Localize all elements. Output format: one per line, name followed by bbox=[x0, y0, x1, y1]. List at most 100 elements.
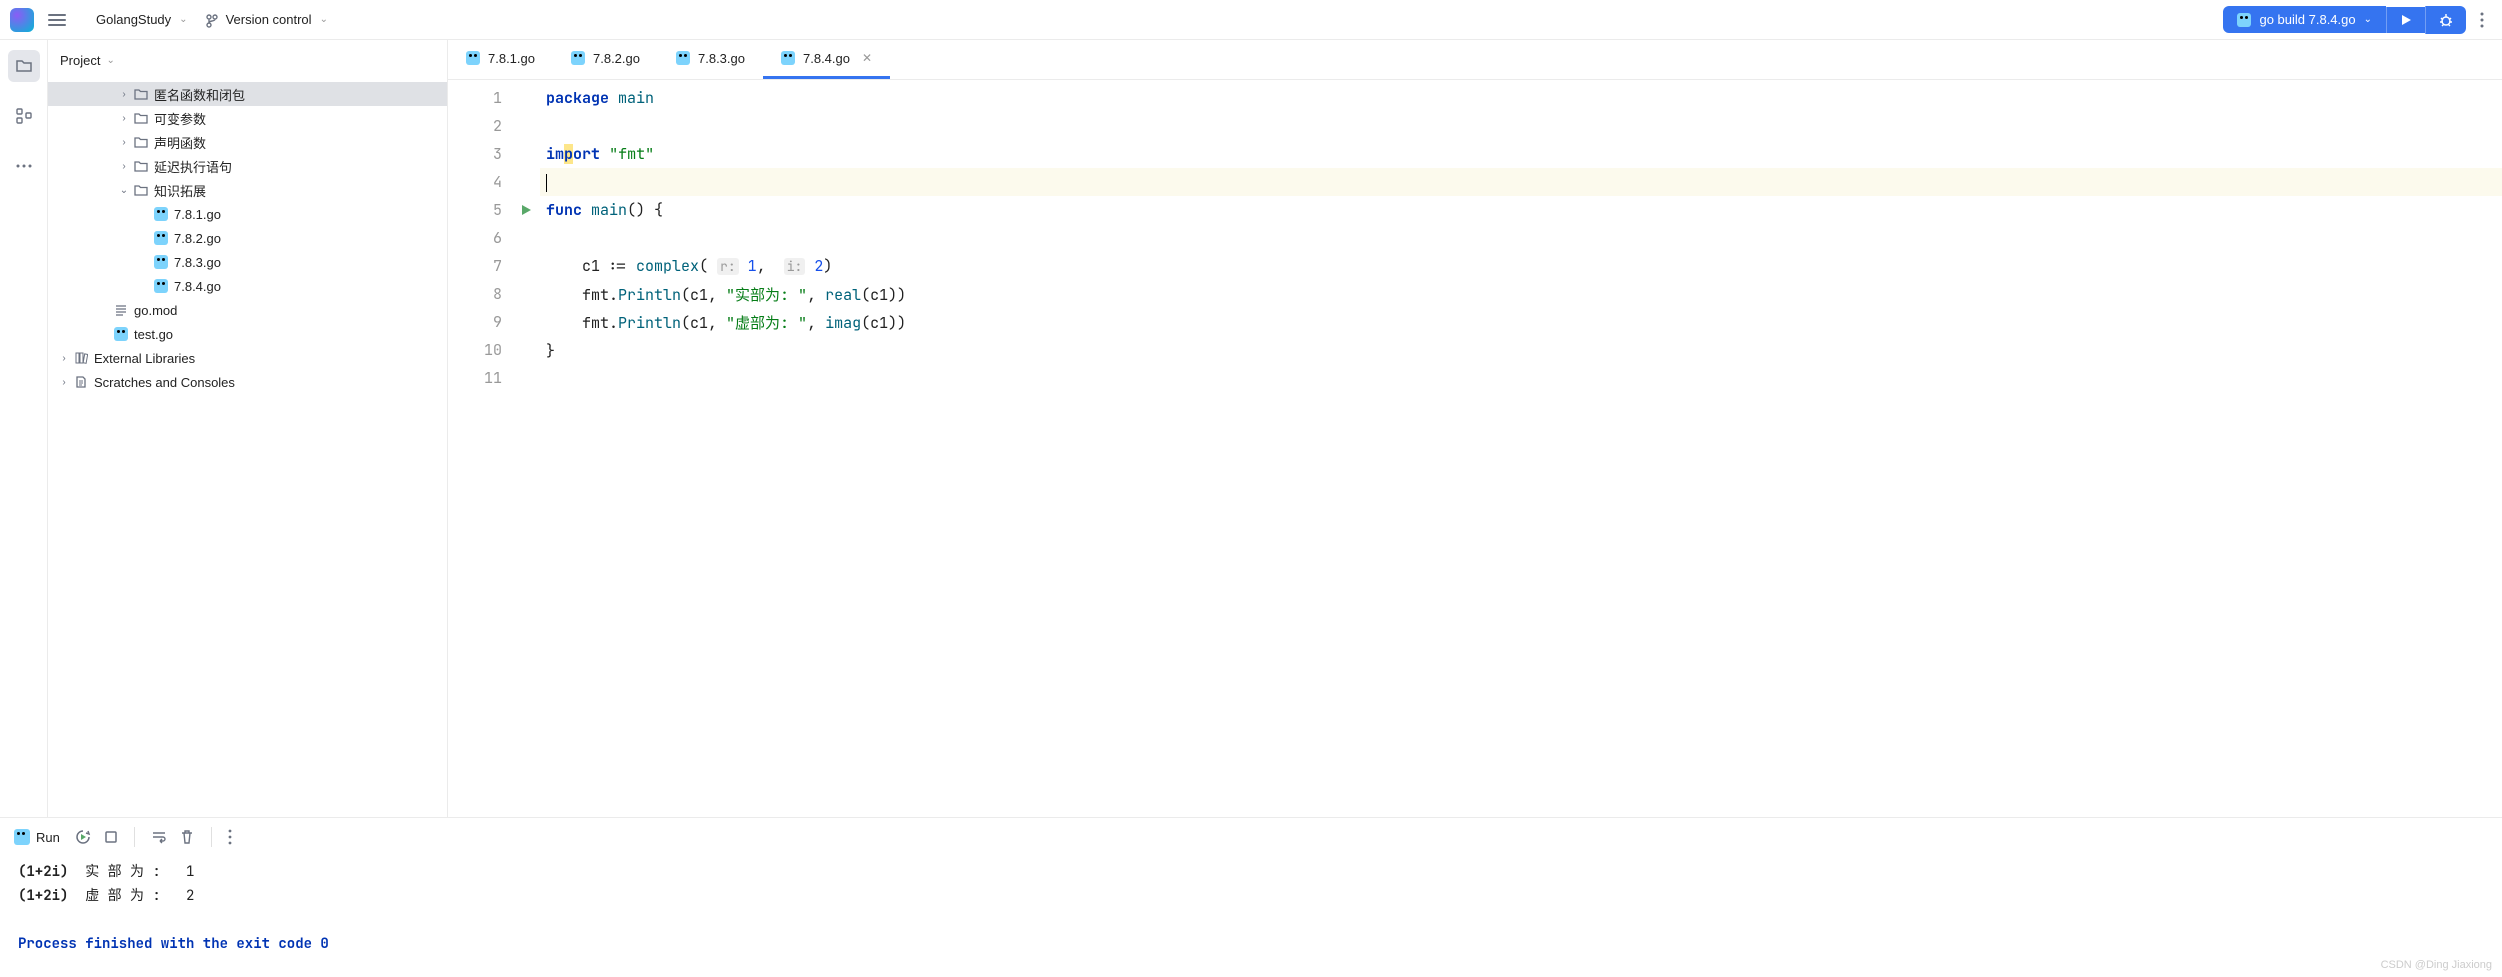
editor-tab[interactable]: 7.8.3.go bbox=[658, 40, 763, 79]
editor-tab[interactable]: 7.8.1.go bbox=[448, 40, 553, 79]
code-line[interactable]: fmt.Println(c1, "实部为: ", real(c1)) bbox=[540, 281, 2502, 309]
code-line[interactable]: fmt.Println(c1, "虚部为: ", imag(c1)) bbox=[540, 309, 2502, 337]
tree-item[interactable]: ›延迟执行语句 bbox=[48, 154, 447, 178]
tab-label: 7.8.1.go bbox=[488, 51, 535, 66]
code-line[interactable]: func main() { bbox=[540, 196, 2502, 224]
run-config-dropdown[interactable]: go build 7.8.4.go ⌄ bbox=[2223, 6, 2386, 33]
code-editor[interactable]: 1234567891011 package main import "fmt"f… bbox=[448, 80, 2502, 817]
tree-item-label: 声明函数 bbox=[154, 133, 206, 152]
debug-button[interactable] bbox=[2425, 6, 2466, 34]
code-content[interactable]: package main import "fmt" func main() { c… bbox=[540, 80, 2502, 817]
soft-wrap-button[interactable] bbox=[151, 827, 167, 847]
tree-item[interactable]: 7.8.1.go bbox=[48, 202, 447, 226]
tree-item[interactable]: › External Libraries bbox=[48, 346, 447, 370]
go-icon bbox=[152, 279, 170, 293]
line-number: 1 bbox=[448, 84, 502, 112]
panel-options-button[interactable] bbox=[228, 827, 232, 847]
line-number: 6 bbox=[448, 224, 502, 252]
tree-item[interactable]: test.go bbox=[48, 322, 447, 346]
code-line[interactable] bbox=[540, 224, 2502, 252]
gutter-slot bbox=[512, 336, 540, 364]
code-line[interactable]: package main bbox=[540, 84, 2502, 112]
gutter-slot bbox=[512, 252, 540, 280]
tree-item[interactable]: ⌄知识拓展 bbox=[48, 178, 447, 202]
folder-icon bbox=[132, 135, 150, 149]
kebab-icon bbox=[2480, 12, 2484, 28]
code-line[interactable]: c1 := complex( r: 1, i: 2) bbox=[540, 252, 2502, 281]
stop-icon bbox=[104, 830, 118, 844]
gutter-icons bbox=[512, 80, 540, 817]
bug-icon bbox=[2438, 12, 2454, 28]
tree-item[interactable]: go.mod bbox=[48, 298, 447, 322]
code-line[interactable]: import "fmt" bbox=[540, 140, 2502, 168]
gutter-slot bbox=[512, 168, 540, 196]
expand-arrow[interactable]: › bbox=[116, 113, 132, 124]
chevron-down-icon: ⌄ bbox=[179, 14, 187, 25]
run-gutter-icon bbox=[520, 204, 532, 216]
rerun-button[interactable] bbox=[74, 827, 92, 847]
line-number: 9 bbox=[448, 308, 502, 336]
sidebar-title: Project bbox=[60, 53, 100, 68]
tree-item[interactable]: › 匿名函数和闭包 bbox=[48, 82, 447, 106]
main-area: Project ⌄ ›匿名函数和闭包›可变参数›声明函数›延迟执行语句⌄知识拓展… bbox=[0, 40, 2502, 817]
tree-item[interactable]: 7.8.4.go bbox=[48, 274, 447, 298]
structure-tool-button[interactable] bbox=[8, 100, 40, 132]
go-icon bbox=[152, 255, 170, 269]
code-line[interactable]: } bbox=[540, 337, 2502, 365]
project-view-dropdown[interactable]: Project ⌄ bbox=[48, 40, 447, 80]
line-number: 3 bbox=[448, 140, 502, 168]
folder-icon bbox=[132, 87, 150, 101]
tool-window-rail bbox=[0, 40, 48, 817]
tree-item[interactable]: › 声明函数 bbox=[48, 130, 447, 154]
folder-icon bbox=[132, 159, 150, 173]
run-toolbar: Run bbox=[0, 818, 2502, 856]
tree-item[interactable]: 7.8.2.go bbox=[48, 226, 447, 250]
trash-icon bbox=[179, 829, 195, 845]
output-line: (1+2i) 虚 部 为 : 2 bbox=[18, 884, 2484, 908]
project-dropdown[interactable]: GolangStudy ⌄ bbox=[88, 8, 196, 31]
go-file-icon bbox=[2237, 13, 2251, 27]
editor-tab[interactable]: 7.8.2.go bbox=[553, 40, 658, 79]
gutter-slot[interactable] bbox=[512, 196, 540, 224]
code-line[interactable] bbox=[540, 112, 2502, 140]
expand-arrow[interactable]: › bbox=[116, 89, 132, 100]
expand-arrow[interactable]: › bbox=[56, 353, 72, 364]
go-file-icon bbox=[781, 51, 795, 65]
expand-arrow[interactable]: ⌄ bbox=[116, 185, 132, 196]
kebab-icon bbox=[228, 829, 232, 845]
project-tool-button[interactable] bbox=[8, 50, 40, 82]
folder-icon bbox=[132, 111, 150, 125]
tree-item[interactable]: ›可变参数 bbox=[48, 106, 447, 130]
run-tab[interactable]: Run bbox=[14, 829, 60, 845]
vcs-dropdown[interactable]: Version control ⌄ bbox=[196, 8, 336, 32]
delete-button[interactable] bbox=[179, 827, 195, 847]
expand-arrow[interactable]: › bbox=[116, 161, 132, 172]
code-line[interactable] bbox=[540, 365, 2502, 393]
chevron-down-icon: ⌄ bbox=[106, 55, 114, 66]
tree-item-label: External Libraries bbox=[94, 351, 195, 366]
mod-icon bbox=[112, 303, 130, 317]
tree-item-label: 匿名函数和闭包 bbox=[154, 85, 245, 104]
watermark: CSDN @Ding Jiaxiong bbox=[2381, 959, 2492, 971]
expand-arrow[interactable]: › bbox=[56, 377, 72, 388]
run-config-label: go build 7.8.4.go bbox=[2259, 12, 2355, 27]
run-output[interactable]: (1+2i) 实 部 为 : 1(1+2i) 虚 部 为 : 2 Process… bbox=[0, 856, 2502, 977]
run-button[interactable] bbox=[2386, 7, 2425, 33]
line-number: 8 bbox=[448, 280, 502, 308]
more-tools-button[interactable] bbox=[8, 150, 40, 182]
tree-item[interactable]: ›Scratches and Consoles bbox=[48, 370, 447, 394]
project-tree[interactable]: ›匿名函数和闭包›可变参数›声明函数›延迟执行语句⌄知识拓展7.8.1.go7.… bbox=[48, 80, 447, 817]
tree-item[interactable]: 7.8.3.go bbox=[48, 250, 447, 274]
more-actions-button[interactable] bbox=[2480, 12, 2484, 28]
tree-item-label: test.go bbox=[134, 327, 173, 342]
editor-tab[interactable]: 7.8.4.go✕ bbox=[763, 40, 890, 79]
main-menu-button[interactable] bbox=[48, 14, 66, 26]
go-file-icon bbox=[676, 51, 690, 65]
separator bbox=[134, 827, 135, 847]
code-line[interactable] bbox=[540, 168, 2502, 196]
line-number: 10 bbox=[448, 336, 502, 364]
close-tab-icon[interactable]: ✕ bbox=[862, 51, 872, 65]
stop-button[interactable] bbox=[104, 827, 118, 847]
lib-icon bbox=[72, 351, 90, 365]
expand-arrow[interactable]: › bbox=[116, 137, 132, 148]
